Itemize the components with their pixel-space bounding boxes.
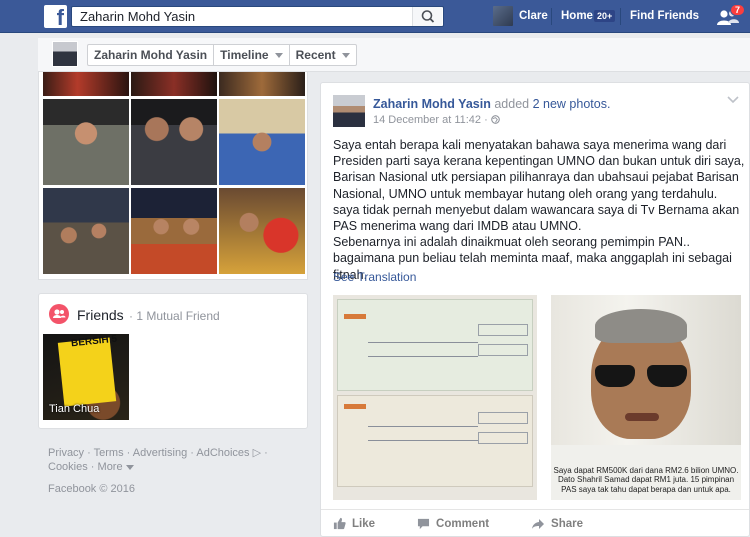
cheque-image [337, 395, 533, 487]
like-button[interactable]: Like [333, 517, 375, 530]
post-text-paragraph: Saya entah berapa kali menyatakan bahawa… [333, 138, 745, 234]
cheque-amount-box [478, 432, 528, 444]
thumbs-up-icon [333, 517, 346, 530]
see-translation-link[interactable]: See Translation [333, 270, 416, 284]
facebook-logo[interactable]: f [44, 5, 67, 28]
post-photo-portrait[interactable]: Saya dapat RM500K dari dana RM2.6 bilion… [551, 295, 741, 500]
find-friends-link[interactable]: Find Friends [630, 10, 699, 22]
chevron-down-icon [125, 465, 134, 470]
cheque-line [368, 356, 478, 357]
top-navigation-bar: f Zaharin Mohd Yasin Clare Home 20+ Find… [0, 0, 750, 33]
footer-link-more[interactable]: More [98, 461, 123, 473]
cheque-number-box [478, 412, 528, 424]
profile-name-button[interactable]: Zaharin Mohd Yasin [88, 45, 215, 65]
adchoices-icon: ▷ [249, 447, 262, 459]
footer-link-adchoices[interactable]: AdChoices [196, 447, 249, 459]
divider [620, 8, 621, 25]
photo-thumbnail[interactable] [219, 188, 305, 274]
chevron-down-icon [274, 52, 283, 58]
cheque-number-box [478, 324, 528, 336]
cheque-image [337, 299, 533, 391]
share-button[interactable]: Share [531, 518, 583, 530]
photo-thumbnail[interactable] [131, 188, 217, 274]
bank-logo [344, 404, 366, 409]
cheque-line [368, 342, 478, 343]
photo-caption: Saya dapat RM500K dari dana RM2.6 bilion… [553, 465, 739, 494]
recent-dropdown[interactable]: Recent [290, 45, 356, 65]
post-time-text: 14 December at 11:42 · [373, 114, 488, 126]
timeline-post: Zaharin Mohd Yasin added 2 new photos. 1… [320, 82, 750, 537]
post-author-avatar[interactable] [333, 95, 365, 127]
globe-icon [490, 115, 500, 124]
share-icon [532, 518, 545, 529]
photo-thumbnail[interactable] [131, 99, 217, 185]
user-avatar[interactable] [493, 6, 513, 26]
comment-button[interactable]: Comment [417, 518, 489, 530]
photos-card [38, 72, 308, 280]
home-badge: 20+ [594, 10, 616, 22]
comment-label: Comment [436, 517, 490, 530]
sunglasses-right [647, 365, 687, 387]
home-link[interactable]: Home [561, 10, 593, 22]
photo-thumbnail[interactable] [43, 72, 129, 96]
footer-link-terms[interactable]: Terms [94, 447, 124, 459]
timeline-dropdown[interactable]: Timeline [214, 45, 290, 65]
portrait-hair [595, 309, 687, 343]
photo-thumbnail[interactable] [219, 72, 305, 96]
post-options-button[interactable] [727, 95, 739, 107]
footer-link-privacy[interactable]: Privacy [48, 447, 84, 459]
friend-thumbnail[interactable]: BERSIH 5 Tian Chua [43, 334, 129, 420]
timeline-label: Timeline [220, 48, 269, 62]
page-footer: Privacy · Terms · Advertising · AdChoice… [48, 446, 303, 496]
cheque-amount-box [478, 344, 528, 356]
portrait-mouth [625, 413, 659, 421]
post-photos-link[interactable]: 2 new photos. [533, 97, 611, 111]
post-header: Zaharin Mohd Yasin added 2 new photos. [373, 97, 610, 111]
footer-link-cookies[interactable]: Cookies [48, 461, 88, 473]
friend-requests-badge: 7 [730, 4, 746, 16]
sunglasses-left [595, 365, 635, 387]
post-action-bar: Like Comment Share [321, 509, 749, 537]
cheque-line [368, 426, 478, 427]
bersih-poster [57, 337, 117, 407]
photo-thumbnail[interactable] [43, 188, 129, 274]
photo-thumbnail[interactable] [219, 99, 305, 185]
share-label: Share [551, 517, 584, 530]
chevron-down-icon [727, 96, 739, 104]
photo-thumbnail[interactable] [131, 72, 217, 96]
comment-icon [417, 518, 430, 529]
post-author-name[interactable]: Zaharin Mohd Yasin [373, 97, 491, 111]
recent-label: Recent [295, 48, 336, 62]
friends-icon [49, 304, 69, 324]
footer-link-advertising[interactable]: Advertising [133, 447, 187, 459]
photo-thumbnail[interactable] [43, 99, 129, 185]
profile-name-label: Zaharin Mohd Yasin [94, 48, 208, 62]
divider [551, 8, 552, 25]
search-button[interactable] [412, 7, 442, 26]
search-icon [421, 10, 435, 23]
post-photo-cheques[interactable] [333, 295, 537, 500]
friends-card: Friends · 1 Mutual Friend BERSIH 5 Tian … [38, 293, 308, 429]
post-action-text: added [494, 97, 530, 111]
profile-link[interactable]: Clare [519, 10, 548, 22]
chevron-down-icon [341, 52, 350, 58]
profile-avatar[interactable] [52, 41, 78, 67]
footer-copyright: Facebook © 2016 [48, 483, 135, 495]
mutual-friends-count[interactable]: · 1 Mutual Friend [129, 309, 220, 323]
like-label: Like [352, 517, 376, 530]
bank-logo [344, 314, 366, 319]
friends-card-title[interactable]: Friends [77, 307, 124, 323]
post-timestamp[interactable]: 14 December at 11:42 · [373, 114, 500, 126]
friend-name[interactable]: Tian Chua [49, 403, 99, 415]
profile-nav-buttons: Zaharin Mohd Yasin Timeline Recent [87, 44, 357, 66]
cheque-line [368, 440, 478, 441]
post-body: Saya entah berapa kali menyatakan bahawa… [333, 137, 745, 283]
search-input[interactable]: Zaharin Mohd Yasin [71, 6, 444, 27]
